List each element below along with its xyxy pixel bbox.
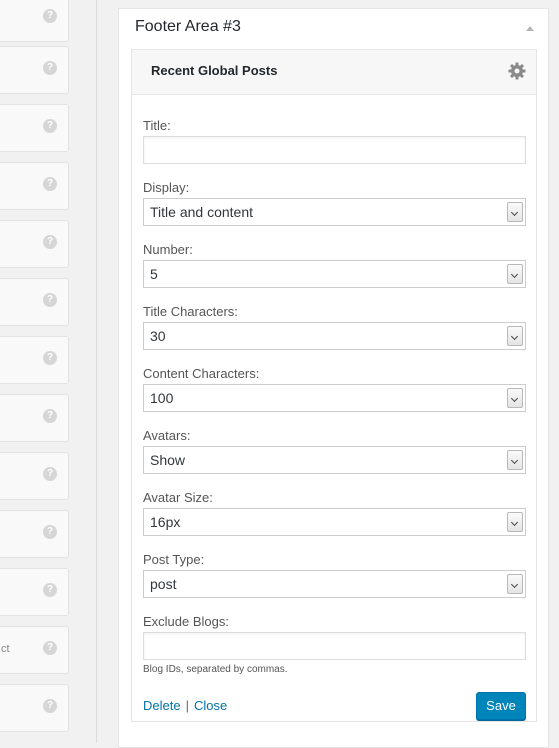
collapsed-widget[interactable]: ? bbox=[0, 46, 69, 94]
content-characters-select[interactable]: 100 bbox=[143, 384, 526, 412]
collapsed-widget[interactable]: ? bbox=[0, 394, 69, 442]
help-icon[interactable]: ? bbox=[43, 61, 57, 75]
sidebar-footer-area-3: Footer Area #3 Recent Global Posts Title… bbox=[118, 8, 549, 748]
avatar-size-label: Avatar Size: bbox=[143, 490, 213, 505]
chevron-down-icon[interactable] bbox=[507, 450, 523, 470]
number-label: Number: bbox=[143, 242, 193, 257]
sidebar-header[interactable]: Footer Area #3 bbox=[119, 9, 548, 49]
title-characters-value: 30 bbox=[150, 328, 166, 344]
avatars-select[interactable]: Show bbox=[143, 446, 526, 474]
display-value: Title and content bbox=[150, 204, 253, 220]
avatars-value: Show bbox=[150, 452, 186, 468]
sidebar-title: Footer Area #3 bbox=[135, 18, 241, 35]
help-icon[interactable]: ? bbox=[43, 119, 57, 133]
collapsed-widget[interactable]: ? bbox=[0, 568, 69, 616]
content-characters-label: Content Characters: bbox=[143, 366, 260, 381]
chevron-down-icon[interactable] bbox=[507, 512, 523, 532]
delete-link[interactable]: Delete bbox=[143, 698, 181, 713]
collapsed-widget[interactable]: ? bbox=[0, 162, 69, 210]
post-type-value: post bbox=[150, 576, 177, 592]
help-icon[interactable]: ? bbox=[43, 467, 57, 481]
exclude-blogs-label: Exclude Blogs: bbox=[143, 614, 229, 629]
help-icon[interactable]: ? bbox=[43, 525, 57, 539]
collapsed-widget[interactable]: ? bbox=[0, 452, 69, 500]
avatars-label: Avatars: bbox=[143, 428, 191, 443]
chevron-down-icon[interactable] bbox=[507, 326, 523, 346]
help-icon[interactable]: ? bbox=[43, 177, 57, 191]
widget-recent-global-posts: Recent Global Posts Title: Display: Titl… bbox=[131, 49, 537, 722]
collapsed-widget[interactable]: ? bbox=[0, 278, 69, 326]
widget-control-links: Delete | Close bbox=[143, 698, 227, 713]
widget-title: Recent Global Posts bbox=[151, 63, 278, 78]
collapsed-widget[interactable]: ? bbox=[0, 220, 69, 268]
chevron-down-icon[interactable] bbox=[507, 264, 523, 284]
gear-icon[interactable] bbox=[507, 61, 527, 81]
close-link[interactable]: Close bbox=[194, 698, 227, 713]
help-icon[interactable]: ? bbox=[43, 641, 57, 655]
widget-header[interactable]: Recent Global Posts bbox=[132, 50, 536, 95]
collapsed-widget[interactable]: ? bbox=[0, 510, 69, 558]
help-icon[interactable]: ? bbox=[43, 699, 57, 713]
content-characters-value: 100 bbox=[150, 390, 174, 406]
help-icon[interactable]: ? bbox=[43, 351, 57, 365]
title-label: Title: bbox=[143, 118, 171, 133]
exclude-blogs-input[interactable] bbox=[143, 632, 526, 660]
help-icon[interactable]: ? bbox=[43, 9, 57, 23]
widget-label-fragment: ct bbox=[1, 643, 10, 655]
title-characters-label: Title Characters: bbox=[143, 304, 238, 319]
collapsed-widget[interactable]: ct? bbox=[0, 626, 69, 674]
collapsed-widget[interactable]: ? bbox=[0, 0, 69, 42]
collapsed-widget[interactable]: ? bbox=[0, 684, 69, 732]
help-icon[interactable]: ? bbox=[43, 409, 57, 423]
display-select[interactable]: Title and content bbox=[143, 198, 526, 226]
collapsed-widget[interactable]: ? bbox=[0, 104, 69, 152]
exclude-blogs-hint: Blog IDs, separated by commas. bbox=[143, 664, 288, 675]
save-button[interactable]: Save bbox=[476, 692, 526, 720]
number-select[interactable]: 5 bbox=[143, 260, 526, 288]
collapse-arrow-icon[interactable] bbox=[526, 26, 534, 31]
collapsed-widget[interactable]: ? bbox=[0, 336, 69, 384]
collapsed-widget-list: ? ? ? ? ? ? ? ? ? ? ? ct? ? bbox=[0, 0, 70, 743]
number-value: 5 bbox=[150, 266, 158, 282]
column-divider bbox=[96, 0, 97, 743]
avatar-size-select[interactable]: 16px bbox=[143, 508, 526, 536]
title-characters-select[interactable]: 30 bbox=[143, 322, 526, 350]
post-type-select[interactable]: post bbox=[143, 570, 526, 598]
post-type-label: Post Type: bbox=[143, 552, 205, 567]
chevron-down-icon[interactable] bbox=[507, 388, 523, 408]
help-icon[interactable]: ? bbox=[43, 293, 57, 307]
chevron-down-icon[interactable] bbox=[507, 202, 523, 222]
title-input[interactable] bbox=[143, 136, 526, 164]
display-label: Display: bbox=[143, 180, 190, 195]
help-icon[interactable]: ? bbox=[43, 235, 57, 249]
chevron-down-icon[interactable] bbox=[507, 574, 523, 594]
help-icon[interactable]: ? bbox=[43, 583, 57, 597]
link-separator: | bbox=[185, 698, 189, 713]
avatar-size-value: 16px bbox=[150, 514, 181, 530]
